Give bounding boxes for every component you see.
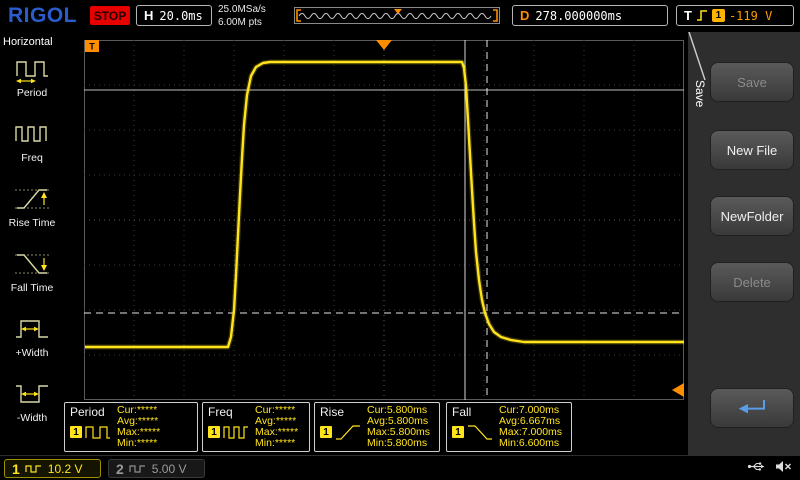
back-button[interactable] <box>710 388 794 428</box>
horizontal-label: H <box>144 8 153 23</box>
period-icon <box>0 54 64 86</box>
minus-width-icon <box>0 379 64 411</box>
button-label: NewFolder <box>721 209 784 224</box>
horizontal-scale-box: H 20.0ms <box>136 5 212 26</box>
new-file-button[interactable]: New File <box>710 130 794 170</box>
menu-item-freq[interactable]: Freq <box>0 119 64 183</box>
menu-item-period[interactable]: Period <box>0 54 64 118</box>
menu-item-fall-time[interactable]: Fall Time <box>0 249 64 313</box>
period-icon <box>85 423 111 441</box>
channel-status-bar: 1 10.2 V 2 5.00 V <box>0 455 800 480</box>
sample-rate: 25.0MSa/s <box>218 4 266 15</box>
measurement-min: Min:***** <box>117 438 197 449</box>
measure-menu: Horizontal Period Freq Rise Time Fall Ti… <box>0 32 64 455</box>
usb-icon <box>747 460 765 473</box>
plus-width-icon <box>0 314 64 346</box>
channel-1-scale: 10.2 V <box>48 462 83 476</box>
preview-waveform-icon <box>295 8 499 23</box>
waveform-display: T <box>84 40 684 400</box>
channel-1-number: 1 <box>12 461 20 477</box>
measurement-box-freq: Freq 1 Cur:***** Avg:***** Max:***** Min… <box>202 402 310 452</box>
button-label: Save <box>737 75 767 90</box>
new-folder-button[interactable]: NewFolder <box>710 196 794 236</box>
acquisition-info: 25.0MSa/s 6.00M pts <box>218 3 266 29</box>
menu-item-label: Period <box>0 87 64 99</box>
menu-item-label: +Width <box>0 347 64 359</box>
return-arrow-icon <box>724 394 780 422</box>
trigger-delay-box: D 278.000000ms <box>512 5 668 26</box>
trigger-label: T <box>684 8 692 23</box>
top-status-bar: RIGOL STOP H 20.0ms 25.0MSa/s 6.00M pts D… <box>0 0 800 32</box>
channel-waveform-icon <box>129 463 147 475</box>
freq-icon <box>223 423 249 441</box>
memory-depth: 6.00M pts <box>218 17 262 28</box>
channel-2-status[interactable]: 2 5.00 V <box>108 459 205 478</box>
measure-menu-title: Horizontal <box>0 32 64 48</box>
freq-icon <box>0 119 64 151</box>
delay-label: D <box>520 8 529 23</box>
run-state-indicator: STOP <box>90 6 130 25</box>
menu-item-plus-width[interactable]: +Width <box>0 314 64 378</box>
menu-item-label: Freq <box>0 152 64 164</box>
measurement-name: Freq <box>208 405 255 419</box>
oscilloscope-screen: RIGOL STOP H 20.0ms 25.0MSa/s 6.00M pts D… <box>0 0 800 480</box>
menu-item-minus-width[interactable]: -Width <box>0 379 64 443</box>
measurement-name: Rise <box>320 405 367 419</box>
graticule: T <box>84 40 684 400</box>
memory-waveform-preview <box>294 7 500 24</box>
measurement-min: Min:***** <box>255 438 309 449</box>
measurement-name: Fall <box>452 405 499 419</box>
fall-time-icon <box>467 423 493 441</box>
delete-button[interactable]: Delete <box>710 262 794 302</box>
trigger-slope-icon <box>696 9 708 22</box>
channel-2-scale: 5.00 V <box>152 462 187 476</box>
menu-item-rise-time[interactable]: Rise Time <box>0 184 64 248</box>
svg-text:T: T <box>89 42 95 52</box>
channel-badge: 1 <box>70 426 82 438</box>
trigger-level-value: -119 V <box>729 9 772 23</box>
rise-time-icon <box>0 184 64 216</box>
menu-tab-divider <box>688 32 708 82</box>
measurement-name: Period <box>70 405 117 419</box>
channel-waveform-icon <box>25 463 43 475</box>
channel-badge: 1 <box>208 426 220 438</box>
horizontal-scale-value: 20.0ms <box>159 9 202 23</box>
menu-item-label: -Width <box>0 412 64 424</box>
menu-item-label: Fall Time <box>0 282 64 294</box>
trigger-status-box: T 1 -119 V <box>676 5 794 26</box>
button-label: New File <box>727 143 778 158</box>
channel-1-status[interactable]: 1 10.2 V <box>4 459 101 478</box>
trigger-source-badge: 1 <box>712 9 725 22</box>
save-menu: Save Save New File NewFolder Delete <box>688 32 800 455</box>
measurement-box-rise: Rise 1 Cur:5.800ms Avg:5.800ms Max:5.800… <box>314 402 440 452</box>
rigol-logo: RIGOL <box>8 4 77 28</box>
measurement-min: Min:6.600ms <box>499 438 571 449</box>
menu-tab-label: Save <box>693 80 707 107</box>
save-button[interactable]: Save <box>710 62 794 102</box>
measurement-box-fall: Fall 1 Cur:7.000ms Avg:6.667ms Max:7.000… <box>446 402 572 452</box>
trigger-time-ref-marker: T <box>85 40 99 52</box>
rise-time-icon <box>335 423 361 441</box>
speaker-muted-icon <box>775 460 792 473</box>
measurement-min: Min:5.800ms <box>367 438 439 449</box>
menu-item-label: Rise Time <box>0 217 64 229</box>
channel-badge: 1 <box>320 426 332 438</box>
button-label: Delete <box>733 275 771 290</box>
measurement-box-period: Period 1 Cur:***** Avg:***** Max:***** M… <box>64 402 198 452</box>
channel-badge: 1 <box>452 426 464 438</box>
channel-2-number: 2 <box>116 461 124 477</box>
fall-time-icon <box>0 249 64 281</box>
delay-value: 278.000000ms <box>535 9 622 23</box>
